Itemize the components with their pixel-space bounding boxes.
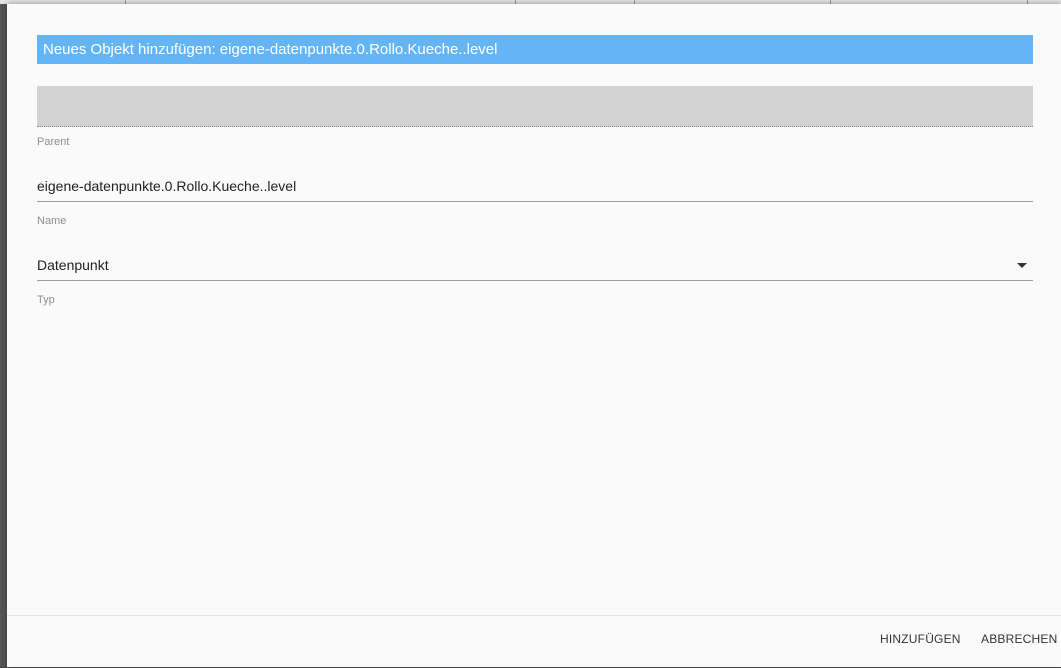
type-select-value: Datenpunkt xyxy=(37,257,109,273)
parent-caption: Parent xyxy=(37,136,70,148)
dialog-footer: HINZUFÜGEN ABBRECHEN xyxy=(7,615,1061,668)
name-input[interactable]: eigene-datenpunkte.0.Rollo.Kueche..level xyxy=(37,170,1033,202)
add-object-dialog: Neues Objekt hinzufügen: eigene-datenpun… xyxy=(7,4,1061,667)
parent-field[interactable] xyxy=(37,86,1033,127)
name-caption: Name xyxy=(37,215,67,227)
type-select[interactable]: Datenpunkt xyxy=(37,249,1033,281)
cancel-button[interactable]: ABBRECHEN xyxy=(981,632,1057,646)
dialog-title: Neues Objekt hinzufügen: eigene-datenpun… xyxy=(37,35,1033,64)
caret-down-icon[interactable] xyxy=(1017,263,1027,268)
type-caption: Typ xyxy=(37,294,55,306)
add-button[interactable]: HINZUFÜGEN xyxy=(880,632,961,646)
name-input-value: eigene-datenpunkte.0.Rollo.Kueche..level xyxy=(37,178,297,194)
